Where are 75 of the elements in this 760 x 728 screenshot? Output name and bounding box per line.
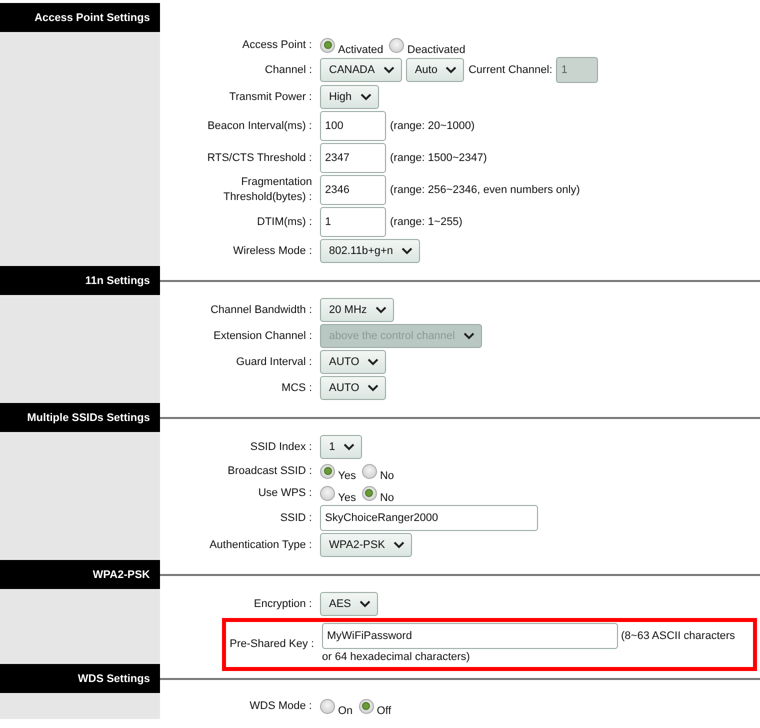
field-label: Pre-Shared Key : <box>228 637 315 652</box>
chevron-down-icon <box>343 443 356 451</box>
radio-button[interactable] <box>362 464 377 478</box>
radio-button[interactable] <box>358 698 374 714</box>
field-label: MCS : <box>280 380 313 396</box>
hint-text: (range: 20~1000) <box>390 120 475 132</box>
field-label: RTS/CTS Threshold : <box>206 150 313 166</box>
radio-label: No <box>380 492 394 504</box>
field-label: SSID Index : <box>249 440 313 454</box>
chevron-down-icon <box>382 66 395 74</box>
section-header: 11n Settings <box>0 266 160 295</box>
section-header: WPA2-PSK <box>0 560 160 589</box>
radio-button[interactable] <box>320 698 335 714</box>
field-label: SSID : <box>279 510 313 526</box>
chevron-down-icon <box>360 93 372 101</box>
field-label: Wireless Mode : <box>232 244 313 258</box>
password-field[interactable]: MyWiFiPassword <box>322 623 618 649</box>
dropdown[interactable]: High <box>320 85 379 109</box>
hint-text: (range: 256~2346, even numbers only) <box>390 184 580 196</box>
radio-button[interactable] <box>320 38 335 52</box>
dropdown[interactable]: AUTO <box>320 376 386 400</box>
field-label: Guard Interval : <box>235 354 313 370</box>
radio-label: Off <box>376 704 392 716</box>
input-field[interactable]: 2347 <box>320 143 386 173</box>
dropdown[interactable]: Auto <box>406 58 464 82</box>
field-label: Encryption : <box>252 596 313 612</box>
chevron-down-icon <box>367 384 380 392</box>
section-header: WDS Settings <box>0 664 160 693</box>
field-label: DTIM(ms) : <box>256 214 313 230</box>
input-field[interactable]: 1 <box>320 207 386 237</box>
field-label: Extension Channel : <box>212 328 313 344</box>
field-label: Access Point : <box>241 38 313 52</box>
section-header: Multiple SSIDs Settings <box>0 403 160 432</box>
dropdown[interactable]: AUTO <box>320 350 386 374</box>
chevron-down-icon <box>401 247 414 255</box>
field-label: Channel : <box>264 62 313 78</box>
field-label: Fragmentation Threshold(bytes) : <box>222 175 313 205</box>
field-label: Authentication Type : <box>208 538 313 552</box>
hint-text: Current Channel: <box>468 64 552 76</box>
radio-label: Activated <box>338 44 384 56</box>
radio-label: Deactivated <box>407 44 466 56</box>
hint-text: or 64 hexadecimal characters) <box>322 650 471 665</box>
dropdown[interactable]: 20 MHz <box>320 298 394 322</box>
input-field[interactable]: 2346 <box>320 175 386 205</box>
radio-label: Yes <box>338 470 356 482</box>
field-label: Channel Bandwidth : <box>209 302 313 318</box>
radio-button[interactable] <box>389 38 404 52</box>
hint-text: (8~63 ASCII characters <box>621 630 736 642</box>
chevron-down-icon <box>367 358 380 366</box>
chevron-down-icon <box>393 541 406 549</box>
field-label: Broadcast SSID : <box>226 464 313 478</box>
radio-button[interactable] <box>320 486 335 500</box>
chevron-down-icon <box>359 600 372 608</box>
dropdown[interactable]: WPA2-PSK <box>320 533 412 557</box>
chevron-down-icon <box>445 66 458 74</box>
input-field[interactable]: SkyChoiceRanger2000 <box>320 505 538 531</box>
field-label: Use WPS : <box>257 486 313 500</box>
field-label: Beacon Interval(ms) : <box>206 118 313 134</box>
section-header: Access Point Settings <box>0 3 160 32</box>
hint-text: (range: 1~255) <box>390 216 462 228</box>
radio-label: Yes <box>338 492 356 504</box>
dropdown[interactable]: CANADA <box>320 58 402 82</box>
dropdown[interactable]: 1 <box>320 435 362 459</box>
radio-button[interactable] <box>362 486 377 500</box>
dropdown[interactable]: 802.11b+g+n <box>320 239 420 263</box>
input-field[interactable]: 100 <box>320 111 386 141</box>
chevron-down-icon <box>462 332 475 340</box>
radio-button[interactable] <box>320 464 335 478</box>
field-label: Transmit Power : <box>228 90 313 104</box>
radio-label: On <box>338 704 353 716</box>
hint-text: (range: 1500~2347) <box>390 152 487 164</box>
radio-label: No <box>380 470 394 482</box>
field-label: WDS Mode : <box>248 698 313 714</box>
dropdown[interactable]: AES <box>320 592 378 616</box>
chevron-down-icon <box>374 306 387 314</box>
